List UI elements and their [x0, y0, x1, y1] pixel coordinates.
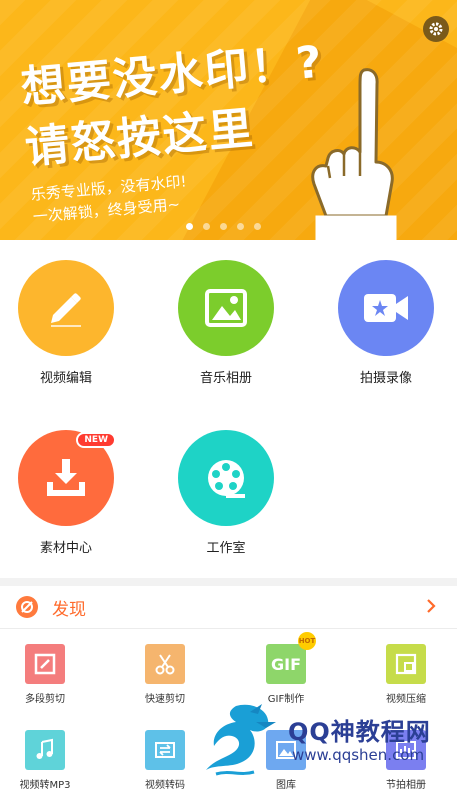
mini-tool-label: GIF制作 — [267, 694, 305, 705]
gif-icon: GIF — [270, 654, 301, 674]
image-icon — [205, 289, 247, 327]
tool-label: 素材中心 — [39, 541, 92, 556]
gallery-tile — [266, 730, 306, 770]
chevron-right-icon — [427, 599, 436, 613]
carousel-dot[interactable] — [254, 223, 261, 230]
mini-tool-label: 图库 — [276, 780, 296, 791]
promo-banner[interactable]: 想要没水印！? 请怒按这里 乐秀专业版，没有水印! 一次解锁，终身受用~ — [0, 0, 457, 240]
carousel-dots — [186, 223, 261, 230]
discover-title: 发现 — [52, 599, 86, 620]
record-video-button[interactable]: 拍摄录像 — [326, 260, 446, 386]
beat-album-icon — [396, 741, 416, 759]
transcode-icon — [155, 742, 175, 758]
video-to-mp3-tile — [25, 730, 65, 770]
carousel-dot[interactable] — [220, 223, 227, 230]
mini-tool-label: 视频转MP3 — [19, 780, 71, 791]
material-center-circle: NEW — [18, 430, 116, 526]
compress-icon — [395, 653, 417, 675]
mini-tool-label: 节拍相册 — [386, 780, 426, 791]
new-badge: NEW — [76, 432, 116, 448]
gif-maker-button[interactable]: GIF HOT GIF制作 — [241, 632, 331, 705]
gif-maker-tile: GIF HOT — [266, 632, 316, 684]
studio-button[interactable]: 工作室 — [166, 430, 286, 556]
mini-tool-label: 视频转码 — [145, 780, 185, 791]
quick-cut-button[interactable]: 快速剪切 — [120, 644, 210, 705]
video-compress-tile — [386, 644, 426, 684]
mini-tool-label: 多段剪切 — [25, 694, 65, 705]
video-compress-button[interactable]: 视频压缩 — [361, 644, 451, 705]
gallery-icon — [276, 741, 296, 759]
video-edit-circle — [18, 260, 114, 356]
settings-button[interactable] — [423, 16, 449, 42]
multi-cut-tile — [25, 644, 65, 684]
film-reel-icon — [208, 460, 245, 498]
carousel-dot[interactable] — [203, 223, 210, 230]
hot-badge: HOT — [298, 632, 316, 650]
music-album-circle — [178, 260, 274, 356]
tool-label: 工作室 — [206, 541, 246, 556]
carousel-dot[interactable] — [186, 223, 193, 230]
pointing-hand-icon — [311, 68, 397, 240]
multi-cut-button[interactable]: 多段剪切 — [0, 644, 90, 705]
divider — [0, 628, 457, 629]
beat-album-tile — [386, 730, 426, 770]
multi-cut-icon — [34, 653, 56, 675]
quick-cut-tile — [145, 644, 185, 684]
discover-icon — [16, 596, 38, 618]
music-note-icon — [36, 738, 53, 759]
mini-tool-label: 快速剪切 — [145, 694, 185, 705]
section-separator — [0, 578, 457, 586]
record-video-circle — [338, 260, 434, 356]
video-to-mp3-button[interactable]: 视频转MP3 — [0, 730, 90, 791]
discover-row[interactable]: 发现 — [0, 586, 457, 628]
download-icon — [47, 459, 85, 496]
carousel-dot[interactable] — [237, 223, 244, 230]
scissors-icon — [155, 654, 175, 675]
pencil-icon — [51, 293, 81, 327]
beat-album-button[interactable]: 节拍相册 — [361, 730, 451, 791]
material-center-button[interactable]: NEW 素材中心 — [6, 430, 126, 556]
studio-circle — [178, 430, 274, 526]
music-album-button[interactable]: 音乐相册 — [166, 260, 286, 386]
video-edit-button[interactable]: 视频编辑 — [6, 260, 126, 386]
video-transcode-button[interactable]: 视频转码 — [120, 730, 210, 791]
gallery-button[interactable]: 图库 — [241, 730, 331, 791]
video-camera-icon — [364, 294, 408, 322]
video-transcode-tile — [145, 730, 185, 770]
mini-tool-label: 视频压缩 — [386, 694, 426, 705]
tool-label: 拍摄录像 — [359, 371, 412, 386]
gear-icon — [429, 22, 443, 36]
tool-label: 音乐相册 — [199, 371, 252, 386]
tool-label: 视频编辑 — [39, 371, 92, 386]
